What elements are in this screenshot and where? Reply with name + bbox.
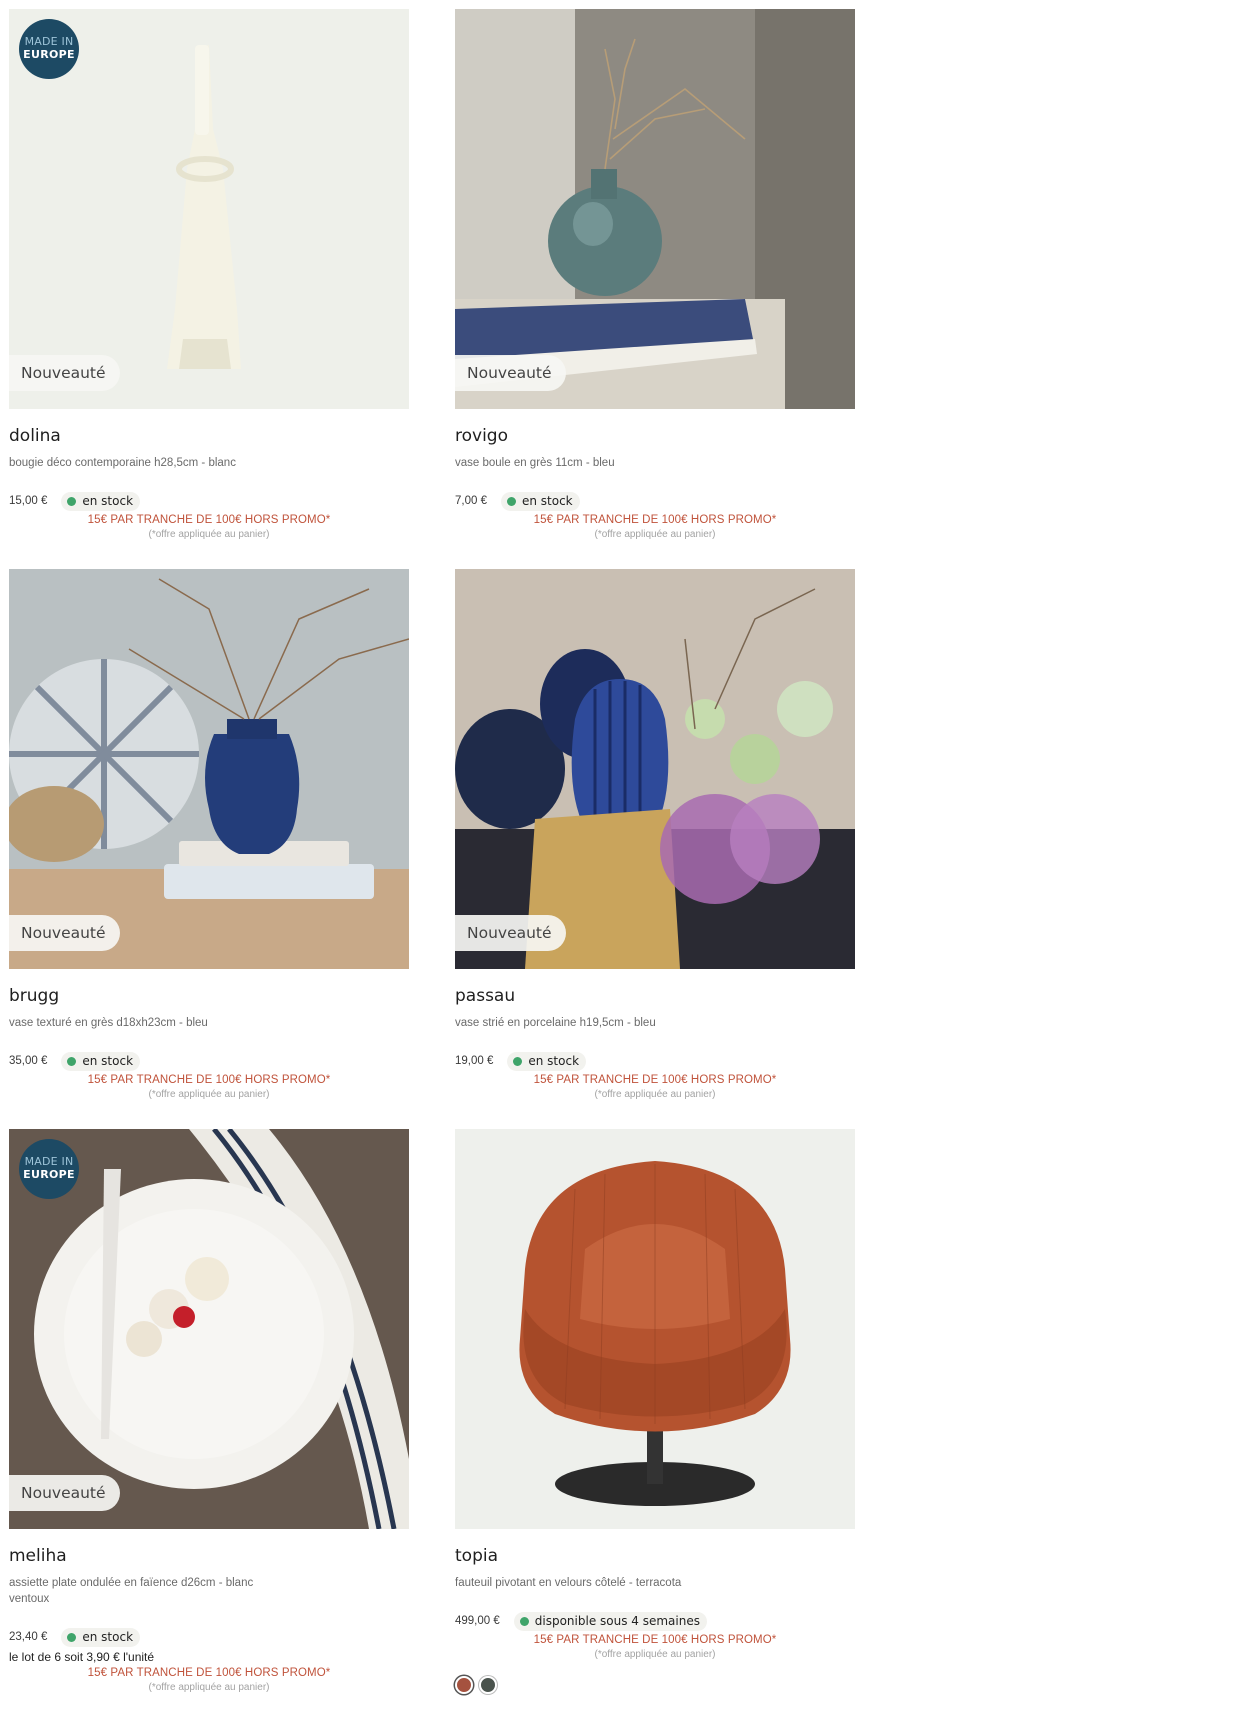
price-row: 7,00 € en stock (455, 491, 855, 511)
product-card-dolina[interactable]: MADE IN EUROPE Nouveauté dolina bougie d… (9, 9, 409, 540)
new-badge: Nouveauté (9, 1475, 120, 1511)
product-price: 23,40 € (9, 1631, 48, 1643)
product-name[interactable]: rovigo (455, 426, 855, 446)
new-badge: Nouveauté (9, 915, 120, 951)
product-image-rovigo[interactable]: Nouveauté (455, 9, 855, 409)
price-row: 19,00 € en stock (455, 1051, 855, 1071)
promo-text: 15€ PAR TRANCHE DE 100€ HORS PROMO* (87, 514, 331, 526)
stock-badge: en stock (61, 1627, 141, 1647)
stock-label: en stock (521, 494, 573, 508)
product-description: vase boule en grès 11cm - bleu (455, 457, 615, 469)
promo-text: 15€ PAR TRANCHE DE 100€ HORS PROMO* (533, 1634, 777, 1646)
promo-note: (*offre appliquée au panier) (148, 1089, 270, 1100)
product-description: vase texturé en grès d18xh23cm - bleu (9, 1017, 208, 1029)
product-price: 499,00 € (455, 1615, 500, 1627)
product-name[interactable]: meliha (9, 1546, 409, 1566)
product-name[interactable]: dolina (9, 426, 409, 446)
product-description: bougie déco contemporaine h28,5cm - blan… (9, 457, 236, 469)
product-price: 35,00 € (9, 1055, 48, 1067)
product-image-meliha[interactable]: MADE IN EUROPE Nouveauté (9, 1129, 409, 1529)
promo-text: 15€ PAR TRANCHE DE 100€ HORS PROMO* (87, 1667, 331, 1679)
product-price: 7,00 € (455, 495, 487, 507)
stock-badge: en stock (61, 491, 141, 511)
promo-note: (*offre appliquée au panier) (594, 1089, 716, 1100)
swatch-terracota[interactable] (455, 1676, 473, 1694)
product-image-topia[interactable] (455, 1129, 855, 1529)
stock-dot-icon (506, 496, 516, 506)
armchair-image (455, 1129, 855, 1529)
stock-dot-icon (519, 1616, 529, 1626)
promo-note: (*offre appliquée au panier) (148, 1682, 270, 1693)
product-card-brugg[interactable]: Nouveauté brugg vase texturé en grès d18… (9, 569, 409, 1100)
stock-dot-icon (67, 1056, 77, 1066)
stock-badge: en stock (500, 491, 580, 511)
product-name[interactable]: passau (455, 986, 855, 1006)
promo-text: 15€ PAR TRANCHE DE 100€ HORS PROMO* (533, 1074, 777, 1086)
color-swatches (455, 1676, 855, 1694)
vase-image (455, 9, 855, 409)
product-description: vase strié en porcelaine h19,5cm - bleu (455, 1017, 656, 1029)
product-name[interactable]: brugg (9, 986, 409, 1006)
product-price: 15,00 € (9, 495, 48, 507)
promo-note: (*offre appliquée au panier) (594, 529, 716, 540)
stock-label: en stock (528, 1054, 580, 1068)
stock-dot-icon (67, 1632, 77, 1642)
promo-note: (*offre appliquée au panier) (148, 529, 270, 540)
price-row: 35,00 € en stock (9, 1051, 409, 1071)
made-in-europe-badge: MADE IN EUROPE (19, 1139, 79, 1199)
swatch-green[interactable] (479, 1676, 497, 1694)
new-badge: Nouveauté (455, 915, 566, 951)
stock-dot-icon (513, 1056, 523, 1066)
price-row: 499,00 € disponible sous 4 semaines (455, 1611, 855, 1631)
stock-label: en stock (82, 1054, 134, 1068)
stock-label: disponible sous 4 semaines (534, 1614, 700, 1628)
product-description: assiette plate ondulée en faïence d26cm … (9, 1577, 254, 1605)
product-description: fauteuil pivotant en velours côtelé - te… (455, 1577, 682, 1589)
promo-note: (*offre appliquée au panier) (594, 1649, 716, 1660)
stock-dot-icon (67, 496, 77, 506)
made-in-europe-badge: MADE IN EUROPE (19, 19, 79, 79)
stock-label: en stock (82, 1630, 134, 1644)
product-card-passau[interactable]: Nouveauté passau vase strié en porcelain… (455, 569, 855, 1100)
price-row: 15,00 € en stock (9, 491, 409, 511)
product-image-brugg[interactable]: Nouveauté (9, 569, 409, 969)
stock-badge: disponible sous 4 semaines (513, 1611, 707, 1631)
stock-badge: en stock (61, 1051, 141, 1071)
vase-image (9, 569, 409, 969)
promo-text: 15€ PAR TRANCHE DE 100€ HORS PROMO* (533, 514, 777, 526)
product-card-topia[interactable]: topia fauteuil pivotant en velours côtel… (455, 1129, 855, 1694)
price-row: 23,40 € en stock (9, 1627, 409, 1647)
vase-image (455, 569, 855, 969)
product-image-passau[interactable]: Nouveauté (455, 569, 855, 969)
product-card-meliha[interactable]: MADE IN EUROPE Nouveauté meliha assiette… (9, 1129, 409, 1693)
product-image-dolina[interactable]: MADE IN EUROPE Nouveauté (9, 9, 409, 409)
unit-price: le lot de 6 soit 3,90 € l'unité (9, 1650, 155, 1664)
new-badge: Nouveauté (455, 355, 566, 391)
product-name[interactable]: topia (455, 1546, 855, 1566)
product-card-rovigo[interactable]: Nouveauté rovigo vase boule en grès 11cm… (455, 9, 855, 540)
new-badge: Nouveauté (9, 355, 120, 391)
product-price: 19,00 € (455, 1055, 494, 1067)
stock-badge: en stock (507, 1051, 587, 1071)
promo-text: 15€ PAR TRANCHE DE 100€ HORS PROMO* (87, 1074, 331, 1086)
stock-label: en stock (82, 494, 134, 508)
